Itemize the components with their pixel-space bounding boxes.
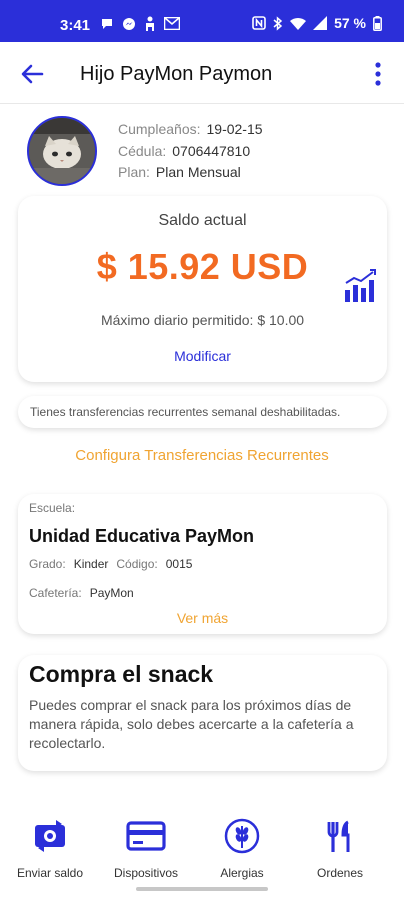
nav-devices-label: Dispositivos: [113, 866, 179, 880]
cafeteria-label: Cafetería:: [29, 586, 82, 600]
school-card: Escuela: Unidad Educativa PayMon Grado: K…: [18, 494, 387, 634]
status-time: 3:41: [60, 17, 91, 34]
wheat-icon: [224, 818, 260, 854]
signal-icon: [313, 16, 328, 30]
arrow-left-icon[interactable]: [18, 60, 46, 88]
plan-row: Plan: Plan Mensual: [118, 164, 241, 180]
bluetooth-icon: [273, 15, 283, 31]
messenger-icon: [123, 17, 135, 30]
transfer-notice-text: Tienes transferencias recurrentes semana…: [30, 405, 341, 419]
page-title: Hijo PayMon Paymon: [80, 63, 273, 85]
grade-value: Kinder: [73, 557, 109, 571]
id-label: Cédula:: [118, 143, 167, 159]
nav-send-balance[interactable]: Enviar saldo: [0, 810, 100, 888]
snack-title: Compra el snack: [29, 661, 214, 687]
cafeteria-value: PayMon: [89, 586, 134, 600]
configure-transfers-link[interactable]: Configura Transferencias Recurrentes: [0, 447, 404, 464]
nfc-icon: [252, 16, 266, 30]
cat-photo: [29, 118, 95, 184]
nav-allergies[interactable]: Alergias: [192, 810, 292, 888]
balance-card: Saldo actual $ 15.92 USD Máximo diario p…: [18, 196, 387, 382]
nav-allergies-label: Alergias: [220, 866, 264, 880]
code-value: 0015: [165, 557, 193, 571]
home-indicator[interactable]: [136, 887, 268, 891]
gmail-icon: [164, 17, 180, 30]
battery-icon: [373, 15, 382, 31]
nav-orders[interactable]: Ordenes: [290, 810, 390, 888]
balance-label: Saldo actual: [158, 212, 247, 229]
balance-amount: $ 15.92 USD: [96, 246, 309, 287]
send-money-icon: [35, 820, 65, 852]
max-daily-text: Máximo diario permitido: $ 10.00: [100, 312, 305, 328]
snack-description: Puedes comprar el snack para los próximo…: [29, 697, 354, 751]
status-bar: 3:41 57 %: [0, 0, 404, 42]
grade-label: Grado:: [29, 557, 66, 571]
chat-bubble-icon: [102, 18, 112, 29]
wifi-icon: [290, 17, 307, 30]
id-row: Cédula: 0706447810: [118, 143, 250, 159]
utensils-icon: [327, 820, 350, 852]
school-label: Escuela:: [29, 501, 76, 515]
code-label: Código:: [116, 557, 158, 571]
plan-label: Plan:: [118, 164, 150, 180]
birthday-row: Cumpleaños: 19-02-15: [118, 121, 263, 137]
battery-percent: 57 %: [334, 15, 366, 31]
snack-card[interactable]: Compra el snack Puedes comprar el snack …: [18, 655, 387, 771]
see-more-link[interactable]: Ver más: [18, 610, 387, 626]
app-header: Hijo PayMon Paymon: [0, 42, 404, 104]
birthday-label: Cumpleaños:: [118, 121, 201, 137]
cafeteria-row: Cafetería: PayMon: [29, 586, 142, 600]
nav-orders-label: Ordenes: [316, 866, 364, 880]
plan-value: Plan Mensual: [155, 164, 241, 180]
system-icons: 57 %: [252, 15, 382, 31]
nav-devices[interactable]: Dispositivos: [96, 810, 196, 888]
more-vertical-icon[interactable]: [366, 59, 390, 89]
id-value: 0706447810: [172, 143, 251, 159]
nav-send-balance-label: Enviar saldo: [16, 866, 84, 880]
bar-chart-icon[interactable]: [343, 268, 377, 304]
card-icon: [126, 821, 166, 851]
grade-row: Grado: Kinder Código: 0015: [29, 557, 200, 571]
birthday-value: 19-02-15: [206, 121, 263, 137]
school-name: Unidad Educativa PayMon: [29, 526, 255, 546]
modify-link[interactable]: Modificar: [18, 348, 387, 364]
transfer-notice: Tienes transferencias recurrentes semana…: [18, 396, 387, 428]
avatar: [27, 116, 97, 186]
notification-icons: [100, 16, 180, 31]
person-icon: [146, 16, 154, 31]
